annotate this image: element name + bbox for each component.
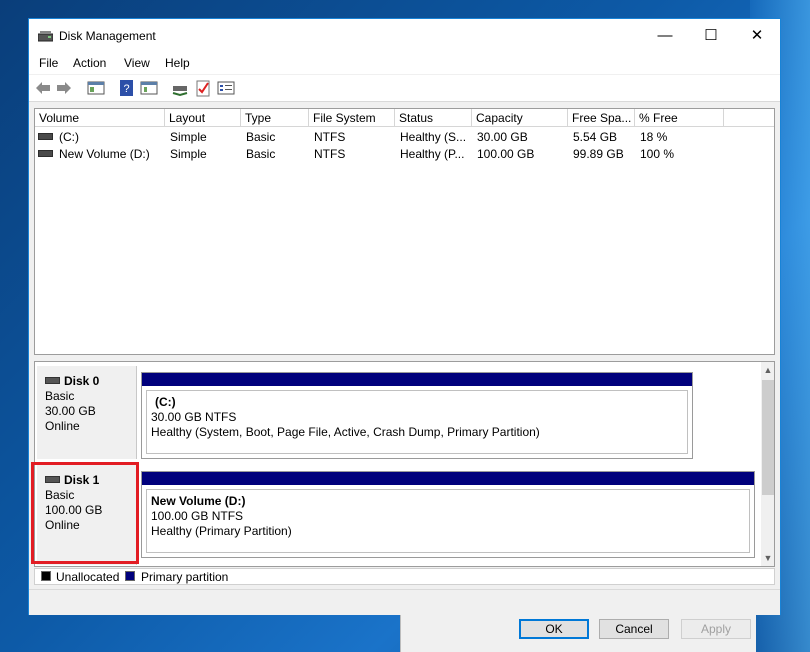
free-space-cell: 5.54 GB bbox=[573, 130, 618, 144]
primary-partition-swatch bbox=[125, 571, 135, 581]
disk-type: Basic bbox=[45, 389, 75, 403]
status-bar bbox=[29, 589, 780, 615]
legend: Unallocated Primary partition bbox=[34, 568, 775, 585]
volume-cell: (C:) bbox=[38, 129, 163, 145]
partition-name: New Volume (D:) bbox=[151, 494, 246, 508]
properties-icon[interactable] bbox=[140, 79, 158, 97]
partition-bar bbox=[142, 472, 754, 485]
disk-size: 30.00 GB bbox=[45, 404, 96, 418]
legend-unallocated: Unallocated bbox=[56, 570, 120, 584]
volume-name: New Volume (D:) bbox=[59, 147, 150, 161]
legend-primary-partition: Primary partition bbox=[141, 570, 229, 584]
apply-button[interactable]: Apply bbox=[681, 619, 751, 639]
partition-name: (C:) bbox=[155, 395, 176, 409]
disk-management-window: Disk Management — ☐ ✕ File Action View H… bbox=[28, 18, 781, 615]
volume-list: Volume Layout Type File System Status Ca… bbox=[34, 108, 775, 355]
partition-size: 30.00 GB NTFS bbox=[151, 410, 237, 424]
show-hide-console-tree-icon[interactable] bbox=[87, 79, 105, 97]
partition-size: 100.00 GB NTFS bbox=[151, 509, 244, 523]
background-dialog: OK Cancel Apply bbox=[400, 612, 756, 652]
scroll-up-icon[interactable]: ▲ bbox=[761, 362, 774, 378]
scroll-thumb[interactable] bbox=[762, 380, 774, 495]
column-header-capacity[interactable]: Capacity bbox=[472, 109, 568, 127]
partition-c[interactable]: (C:) 30.00 GB NTFS Healthy (System, Boot… bbox=[141, 372, 693, 459]
column-header-status[interactable]: Status bbox=[395, 109, 472, 127]
column-header-layout[interactable]: Layout bbox=[165, 109, 241, 127]
column-header-percent-free[interactable]: % Free bbox=[635, 109, 724, 127]
fs-cell: NTFS bbox=[314, 130, 346, 144]
column-header-spacer bbox=[724, 109, 774, 127]
free-space-cell: 99.89 GB bbox=[573, 147, 624, 161]
fs-cell: NTFS bbox=[314, 147, 346, 161]
menu-help[interactable]: Help bbox=[165, 56, 190, 70]
menu-file[interactable]: File bbox=[39, 56, 58, 70]
column-header-file-system[interactable]: File System bbox=[309, 109, 395, 127]
settings-icon[interactable] bbox=[217, 79, 235, 97]
vertical-scrollbar[interactable]: ▲ ▼ bbox=[761, 362, 774, 566]
capacity-cell: 30.00 GB bbox=[477, 130, 528, 144]
disk-0-label[interactable]: Disk 0 Basic 30.00 GB Online bbox=[37, 366, 137, 459]
percent-free-cell: 18 % bbox=[640, 130, 668, 144]
column-header-volume[interactable]: Volume bbox=[35, 109, 165, 127]
disk-view: Disk 0 Basic 30.00 GB Online (C:) 30.00 … bbox=[34, 361, 775, 567]
disk-icon bbox=[45, 377, 60, 385]
rescan-disks-icon[interactable] bbox=[171, 79, 189, 97]
volume-cell: New Volume (D:) bbox=[38, 146, 163, 162]
drive-icon bbox=[38, 150, 53, 158]
column-header-type[interactable]: Type bbox=[241, 109, 309, 127]
status-cell: Healthy (P... bbox=[400, 147, 465, 161]
partition-d[interactable]: New Volume (D:) 100.00 GB NTFS Healthy (… bbox=[141, 471, 755, 558]
partition-info: New Volume (D:) 100.00 GB NTFS Healthy (… bbox=[146, 489, 750, 553]
disk-name: Disk 0 bbox=[64, 374, 100, 388]
ok-button[interactable]: OK bbox=[519, 619, 589, 639]
toolbar: ? bbox=[29, 75, 780, 102]
disk-state: Online bbox=[45, 419, 80, 433]
help-icon[interactable]: ? bbox=[118, 79, 136, 97]
disk-1-highlight-box bbox=[31, 462, 139, 564]
partition-info: (C:) 30.00 GB NTFS Healthy (System, Boot… bbox=[146, 390, 688, 454]
type-cell: Basic bbox=[246, 147, 276, 161]
scroll-down-icon[interactable]: ▼ bbox=[761, 550, 774, 566]
menu-view[interactable]: View bbox=[124, 56, 150, 70]
layout-cell: Simple bbox=[170, 130, 207, 144]
checklist-icon[interactable] bbox=[194, 79, 212, 97]
disk-management-icon bbox=[38, 31, 53, 42]
column-header-free-space[interactable]: Free Spa... bbox=[568, 109, 635, 127]
maximize-button[interactable]: ☐ bbox=[688, 19, 734, 52]
back-arrow-icon[interactable] bbox=[34, 79, 52, 97]
window-title: Disk Management bbox=[59, 29, 156, 43]
drive-icon bbox=[38, 133, 53, 141]
type-cell: Basic bbox=[246, 130, 276, 144]
forward-arrow-icon[interactable] bbox=[55, 79, 73, 97]
partition-bar bbox=[142, 373, 692, 386]
partition-status: Healthy (Primary Partition) bbox=[151, 524, 292, 538]
percent-free-cell: 100 % bbox=[640, 147, 675, 161]
capacity-cell: 100.00 GB bbox=[477, 147, 535, 161]
volume-name: (C:) bbox=[59, 130, 79, 144]
menu-action[interactable]: Action bbox=[73, 56, 106, 70]
minimize-button[interactable]: — bbox=[642, 19, 688, 52]
unallocated-swatch bbox=[41, 571, 51, 581]
status-cell: Healthy (S... bbox=[400, 130, 467, 144]
svg-text:?: ? bbox=[123, 83, 129, 95]
cancel-button[interactable]: Cancel bbox=[599, 619, 669, 639]
title-bar[interactable]: Disk Management — ☐ ✕ bbox=[29, 19, 780, 52]
menu-bar: File Action View Help bbox=[29, 52, 780, 74]
partition-status: Healthy (System, Boot, Page File, Active… bbox=[151, 425, 540, 439]
layout-cell: Simple bbox=[170, 147, 207, 161]
close-button[interactable]: ✕ bbox=[734, 19, 780, 52]
